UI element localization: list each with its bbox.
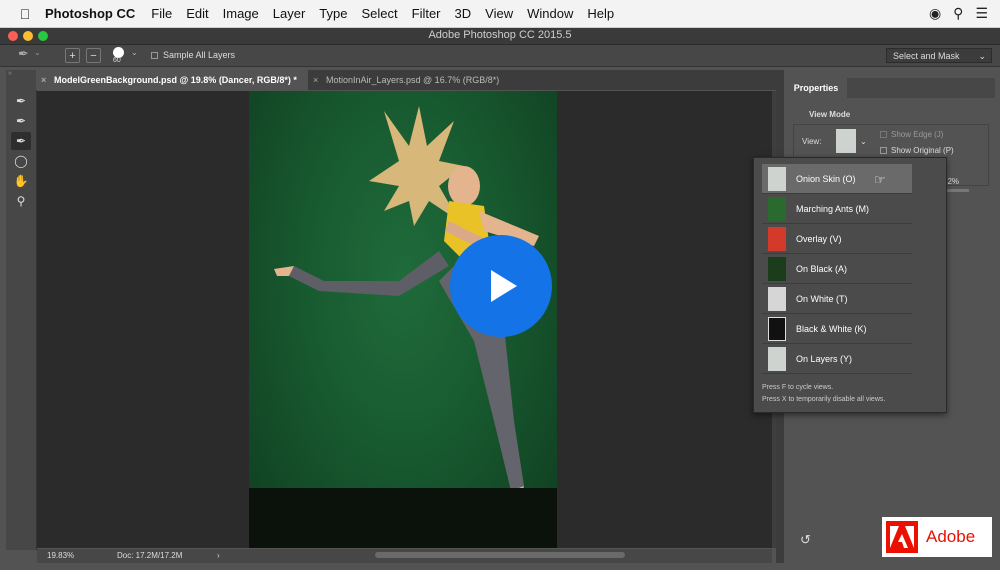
reset-workspace-icon[interactable]: ↺ [800, 532, 811, 548]
brush-tool-icon[interactable]: ✒ [11, 132, 31, 150]
select-and-mask-button[interactable]: Select and Mask ⌄ [886, 48, 992, 63]
overlay-thumb [768, 227, 786, 251]
play-icon [491, 270, 517, 302]
status-menu-arrow-icon[interactable]: › [217, 551, 220, 560]
on-white-thumb [768, 287, 786, 311]
view-mode-on-white[interactable]: On White (T) [762, 284, 912, 314]
collapse-toolbar-icon[interactable]: » [8, 70, 12, 77]
window-title-bar: Adobe Photoshop CC 2015.5 [0, 28, 1000, 45]
disable-views-hint: Press X to temporarily disable all views… [762, 396, 886, 403]
view-mode-thumbnail[interactable] [836, 129, 856, 153]
properties-tab[interactable]: Properties [785, 78, 847, 98]
view-mode-dropdown: Onion Skin (O) ☞ Marching Ants (M) Overl… [753, 157, 947, 413]
view-mode-label: On Layers (Y) [796, 354, 853, 364]
zoom-tool-icon[interactable]: ⚲ [11, 192, 31, 210]
spotlight-search-icon[interactable]: ⚲ [953, 5, 963, 22]
show-original-label: Show Original (P) [891, 146, 954, 155]
adobe-wordmark: Adobe [926, 527, 976, 546]
menu-app-name[interactable]: Photoshop CC [45, 6, 135, 21]
view-mode-black-and-white[interactable]: Black & White (K) [762, 314, 912, 344]
view-mode-marching-ants[interactable]: Marching Ants (M) [762, 194, 912, 224]
select-and-mask-chevron-icon: ⌄ [978, 51, 986, 61]
adobe-logo-icon [886, 521, 918, 553]
select-and-mask-label: Select and Mask [893, 51, 960, 61]
menu-select[interactable]: Select [361, 6, 397, 21]
pointer-cursor-icon: ☞ [874, 172, 886, 187]
horizontal-scrollbar[interactable] [375, 552, 625, 558]
view-mode-label: Black & White (K) [796, 324, 867, 334]
sample-all-layers-label: Sample All Layers [163, 50, 236, 60]
apple-icon[interactable]:  [17, 6, 33, 22]
view-mode-label: Marching Ants (M) [796, 204, 870, 214]
menu-type[interactable]: Type [319, 6, 347, 21]
zoom-level[interactable]: 19.83% [47, 551, 74, 560]
window-title: Adobe Photoshop CC 2015.5 [428, 29, 572, 41]
refine-edge-brush-tool-icon[interactable]: ✒ [11, 112, 31, 130]
notification-list-icon[interactable]: ☰ [975, 5, 988, 22]
hand-tool-icon[interactable]: ✋ [11, 172, 31, 190]
document-tab-bar: × ModelGreenBackground.psd @ 19.8% (Danc… [36, 70, 776, 90]
menu-image[interactable]: Image [223, 6, 259, 21]
tab-label: ModelGreenBackground.psd @ 19.8% (Dancer… [54, 75, 297, 85]
menu-layer[interactable]: Layer [273, 6, 306, 21]
menu-help[interactable]: Help [587, 6, 614, 21]
show-edge-label: Show Edge (J) [891, 130, 944, 139]
add-to-selection-icon[interactable]: + [65, 48, 80, 63]
close-tab-icon[interactable]: × [41, 70, 46, 90]
view-mode-label: On Black (A) [796, 264, 848, 274]
black-and-white-thumb [768, 317, 786, 341]
tool-options-bar: ✒ ⌄ + − 60 ⌄ Sample All Layers Select an… [0, 45, 1000, 67]
tools-panel: » ✒ ✒ ✒ ◯ ✋ ⚲ [6, 70, 37, 550]
tab-model-green-background[interactable]: × ModelGreenBackground.psd @ 19.8% (Danc… [36, 70, 308, 90]
view-mode-label: Overlay (V) [796, 234, 842, 244]
view-mode-overlay[interactable]: Overlay (V) [762, 224, 912, 254]
menu-window[interactable]: Window [527, 6, 573, 21]
sample-all-layers-checkbox[interactable] [151, 52, 158, 59]
cycle-views-hint: Press F to cycle views. [762, 384, 834, 391]
mac-menu-bar:  Photoshop CC File Edit Image Layer Typ… [0, 0, 1000, 28]
brush-picker-chevron-icon[interactable]: ⌄ [131, 48, 138, 57]
view-label: View: [802, 137, 822, 146]
menu-view[interactable]: View [485, 6, 513, 21]
show-original-checkbox[interactable] [880, 147, 887, 154]
subtract-from-selection-icon[interactable]: − [86, 48, 101, 63]
onion-skin-thumb [768, 167, 786, 191]
menubar-status-icons: ◉ ⚲ ☰ [929, 0, 988, 27]
creative-cloud-icon[interactable]: ◉ [929, 5, 941, 22]
on-layers-thumb [768, 347, 786, 371]
adobe-watermark-badge: Adobe [882, 517, 992, 557]
brush-size-value: 60 [113, 57, 121, 64]
document-size: Doc: 17.2M/17.2M [117, 551, 183, 560]
view-mode-label: On White (T) [796, 294, 848, 304]
view-dropdown-chevron-icon[interactable]: ⌄ [860, 137, 867, 146]
view-mode-label: Onion Skin (O) [796, 174, 856, 184]
tab-label: MotionInAir_Layers.psd @ 16.7% (RGB/8*) [326, 75, 500, 85]
tab-motion-in-air-layers[interactable]: × MotionInAir_Layers.psd @ 16.7% (RGB/8*… [308, 70, 528, 90]
close-tab-icon[interactable]: × [313, 70, 318, 90]
lasso-tool-icon[interactable]: ◯ [11, 152, 31, 170]
menu-edit[interactable]: Edit [186, 6, 208, 21]
marching-ants-thumb [768, 197, 786, 221]
menu-filter[interactable]: Filter [412, 6, 441, 21]
floor [249, 488, 557, 548]
show-edge-checkbox[interactable] [880, 131, 887, 138]
on-black-thumb [768, 257, 786, 281]
quick-selection-preset-icon[interactable]: ✒ [18, 46, 29, 62]
view-mode-heading: View Mode [809, 110, 851, 119]
view-mode-onion-skin[interactable]: Onion Skin (O) ☞ [762, 164, 912, 194]
view-mode-on-layers[interactable]: On Layers (Y) [762, 344, 912, 374]
opacity-slider[interactable] [945, 189, 969, 192]
quick-selection-tool-icon[interactable]: ✒ [11, 92, 31, 110]
preset-dropdown-chevron-icon[interactable]: ⌄ [34, 48, 41, 57]
menu-file[interactable]: File [151, 6, 172, 21]
video-play-button[interactable] [450, 235, 552, 337]
view-mode-on-black[interactable]: On Black (A) [762, 254, 912, 284]
menu-3d[interactable]: 3D [455, 6, 472, 21]
